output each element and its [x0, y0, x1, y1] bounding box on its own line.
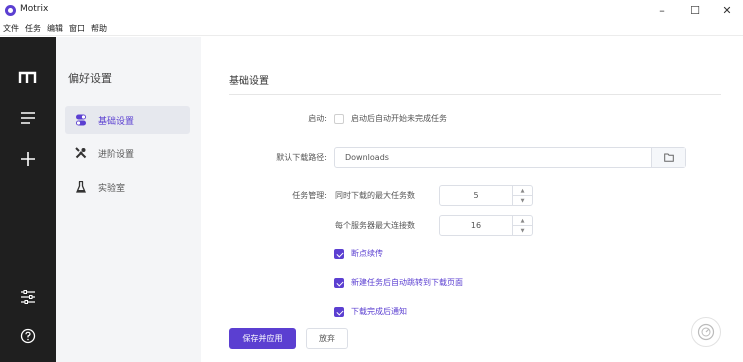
title-bar: Motrix – ☐ ✕ — [0, 0, 743, 22]
max-tasks-spin: ▲ ▼ — [512, 186, 532, 205]
menu-file[interactable]: 文件 — [3, 22, 19, 36]
toggle-icon — [74, 113, 88, 127]
window-title: Motrix — [20, 4, 49, 14]
speed-meter-icon[interactable] — [691, 317, 721, 347]
chevron-up-icon[interactable]: ▲ — [513, 216, 532, 226]
nav-label-lab: 实验室 — [98, 183, 126, 194]
nav-item-basic[interactable]: 基础设置 — [65, 106, 190, 134]
nav-item-advanced[interactable]: 进阶设置 — [65, 139, 190, 167]
notify-text: 下载完成后通知 — [351, 307, 407, 316]
notify-checkbox[interactable] — [334, 307, 344, 317]
save-apply-button[interactable]: 保存并应用 — [229, 328, 296, 349]
settings-panel: 基础设置 启动: 启动后自动开始未完成任务 默认下载路径: Downloads … — [201, 37, 743, 362]
max-connections-spin: ▲ ▼ — [512, 216, 532, 235]
section-title: 基础设置 — [229, 76, 269, 87]
max-connections-stepper[interactable]: 16 ▲ ▼ — [439, 215, 533, 236]
menu-task[interactable]: 任务 — [25, 22, 41, 36]
nav-label-advanced: 进阶设置 — [98, 149, 135, 160]
max-tasks-stepper[interactable]: 5 ▲ ▼ — [439, 185, 533, 206]
minimize-button[interactable]: – — [652, 3, 672, 19]
preferences-title: 偏好设置 — [68, 72, 112, 85]
menu-help[interactable]: 帮助 — [91, 22, 107, 36]
auto-resume-checkbox[interactable] — [334, 114, 344, 124]
max-connections-label: 每个服务器最大连接数 — [335, 221, 415, 230]
menu-bar: 文件 任务 编辑 窗口 帮助 — [0, 22, 743, 36]
auto-jump-checkbox[interactable] — [334, 278, 344, 288]
chevron-up-icon[interactable]: ▲ — [513, 186, 532, 196]
chevron-down-icon[interactable]: ▼ — [513, 196, 532, 205]
menu-edit[interactable]: 编辑 — [47, 22, 63, 36]
folder-icon[interactable] — [651, 148, 685, 167]
maximize-button[interactable]: ☐ — [685, 3, 705, 19]
download-path-field[interactable]: Downloads — [334, 147, 686, 168]
motrix-logo-icon[interactable] — [17, 66, 39, 88]
max-connections-value: 16 — [470, 221, 482, 230]
tools-icon — [74, 146, 88, 160]
app-sidebar — [0, 37, 56, 362]
task-list-icon[interactable] — [17, 107, 39, 129]
auto-resume-text: 启动后自动开始未完成任务 — [351, 114, 447, 123]
preferences-icon[interactable] — [17, 286, 39, 308]
max-tasks-label: 同时下载的最大任务数 — [335, 191, 415, 200]
auto-jump-text: 新建任务后自动跳转到下载页面 — [351, 278, 463, 287]
help-icon[interactable] — [17, 325, 39, 347]
max-tasks-value: 5 — [473, 191, 479, 200]
task-management-label: 任务管理: — [292, 191, 327, 200]
resume-checkbox[interactable] — [334, 249, 344, 259]
chevron-down-icon[interactable]: ▼ — [513, 226, 532, 235]
close-button[interactable]: ✕ — [717, 3, 737, 19]
nav-item-lab[interactable]: 实验室 — [65, 173, 190, 201]
flask-icon — [74, 180, 88, 194]
discard-button[interactable]: 放弃 — [306, 328, 348, 349]
app-logo-icon — [5, 5, 16, 16]
startup-label: 启动: — [308, 114, 327, 123]
download-path-label: 默认下载路径: — [276, 153, 327, 162]
section-divider — [229, 94, 721, 95]
download-path-value: Downloads — [345, 153, 389, 162]
resume-text: 断点续传 — [351, 249, 383, 258]
add-task-icon[interactable] — [17, 148, 39, 170]
nav-label-basic: 基础设置 — [98, 116, 135, 127]
menu-window[interactable]: 窗口 — [69, 22, 85, 36]
preferences-nav: 偏好设置 基础设置 进阶设置 实验室 — [56, 37, 201, 362]
